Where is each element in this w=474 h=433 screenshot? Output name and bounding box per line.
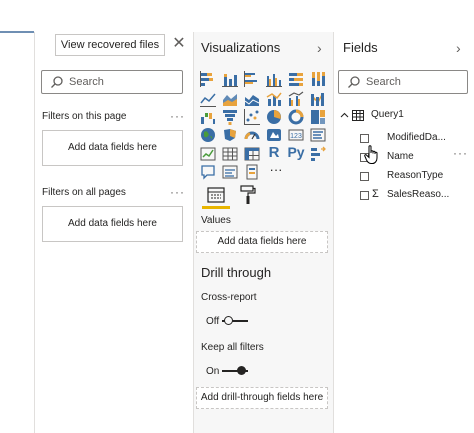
field-checkbox[interactable] [360, 191, 369, 200]
field-checkbox[interactable] [360, 134, 369, 143]
multi-row-card-icon[interactable] [310, 127, 326, 143]
cross-report-label: Cross-report [201, 292, 257, 303]
filters-all-pages-label: Filters on all pages [42, 187, 126, 198]
app-canvas: View recovered files ✕ Search Filters on… [0, 0, 474, 433]
key-influencers-icon[interactable] [310, 146, 326, 162]
waterfall-chart-icon[interactable] [200, 109, 216, 125]
line-and-stacked-column-chart-icon[interactable] [266, 91, 282, 107]
paginated-report-icon[interactable] [244, 164, 260, 180]
report-canvas[interactable] [0, 32, 34, 433]
100-stacked-column-chart-icon[interactable] [310, 71, 326, 87]
fields-build-icon[interactable] [207, 186, 225, 204]
stacked-area-chart-icon[interactable] [244, 91, 260, 107]
cross-report-toggle[interactable] [222, 314, 248, 328]
filters-on-page-label: Filters on this page [42, 111, 127, 122]
format-paint-roller-icon[interactable] [239, 185, 257, 205]
filled-map-icon[interactable] [222, 127, 238, 143]
fields-search-input[interactable]: Search [338, 70, 468, 94]
fields-title: Fields [343, 40, 378, 55]
azure-map-icon[interactable] [266, 127, 282, 143]
donut-chart-icon[interactable] [288, 109, 304, 125]
canvas-top-border [0, 31, 34, 33]
chevron-expand-icon[interactable] [340, 111, 349, 120]
r-script-visual-icon[interactable]: R [266, 144, 282, 161]
search-icon [348, 76, 360, 88]
toggle-knob [237, 366, 246, 375]
field-label: Name [387, 151, 414, 162]
values-label: Values [201, 215, 231, 226]
stacked-column-chart-icon[interactable] [222, 71, 238, 87]
scatter-chart-icon[interactable] [244, 109, 260, 125]
ribbon-chart-icon[interactable] [310, 91, 326, 107]
line-and-clustered-column-chart-icon[interactable] [288, 91, 304, 107]
keep-filters-toggle[interactable] [222, 364, 248, 378]
area-chart-icon[interactable] [222, 91, 238, 107]
filters-all-pages-dropzone[interactable]: Add data fields here [42, 206, 183, 242]
drill-through-dropzone[interactable]: Add drill-through fields here [196, 387, 328, 409]
selected-tab-indicator [202, 206, 230, 209]
field-row[interactable]: Σ SalesReaso... [356, 188, 468, 203]
table-name: Query1 [371, 109, 404, 120]
card-icon[interactable]: 123 [288, 127, 304, 143]
field-checkbox[interactable] [360, 172, 369, 181]
close-icon[interactable]: ✕ [172, 34, 186, 54]
filters-all-pages-more[interactable]: ··· [170, 185, 185, 199]
treemap-icon[interactable] [310, 109, 326, 125]
map-icon[interactable] [200, 127, 216, 143]
filters-on-page-more[interactable]: ··· [170, 109, 185, 123]
field-label: ReasonType [387, 170, 444, 181]
python-visual-icon[interactable]: Py [285, 144, 307, 160]
svg-text:123: 123 [290, 133, 302, 140]
collapse-visualizations-chevron-icon[interactable]: › [317, 40, 322, 56]
100-stacked-bar-chart-icon[interactable] [288, 71, 304, 87]
line-chart-icon[interactable] [200, 91, 216, 107]
toggle-knob [224, 316, 233, 325]
clustered-column-chart-icon[interactable] [266, 71, 282, 87]
field-label: SalesReaso... [387, 189, 450, 200]
drill-through-title: Drill through [201, 265, 272, 280]
sigma-icon: Σ [372, 188, 379, 200]
pie-chart-icon[interactable] [266, 109, 282, 125]
field-row[interactable]: ModifiedDa... [356, 132, 468, 146]
matrix-icon[interactable] [244, 146, 260, 162]
search-placeholder: Search [366, 76, 401, 88]
more-visuals-icon[interactable]: ··· [264, 162, 288, 178]
keep-filters-state: On [206, 366, 220, 377]
qna-visual-icon[interactable] [200, 164, 216, 180]
filters-search-input[interactable]: Search [41, 70, 183, 94]
hand-cursor-icon [364, 145, 378, 164]
filters-on-page-dropzone[interactable]: Add data fields here [42, 130, 183, 166]
keep-all-filters-label: Keep all filters [201, 342, 264, 353]
gauge-icon[interactable] [244, 127, 260, 143]
field-label: ModifiedDa... [387, 132, 446, 143]
kpi-icon[interactable] [200, 146, 216, 162]
collapse-fields-chevron-icon[interactable]: › [456, 40, 461, 56]
smart-narrative-icon[interactable] [222, 164, 238, 180]
search-placeholder: Search [69, 76, 104, 88]
visualizations-title: Visualizations [201, 40, 281, 55]
field-row[interactable]: ReasonType [356, 170, 468, 184]
funnel-chart-icon[interactable] [222, 109, 238, 125]
search-icon [51, 76, 63, 88]
cross-report-state: Off [206, 316, 220, 327]
stacked-bar-chart-icon[interactable] [200, 71, 216, 87]
field-more-options[interactable]: ··· [453, 146, 468, 160]
table-icon [352, 110, 364, 121]
table-query1-row[interactable]: Query1 [338, 108, 468, 124]
values-dropzone[interactable]: Add data fields here [196, 231, 328, 253]
clustered-bar-chart-icon[interactable] [244, 71, 260, 87]
table-icon[interactable] [222, 146, 238, 162]
view-recovered-files-button[interactable]: View recovered files [55, 34, 165, 56]
